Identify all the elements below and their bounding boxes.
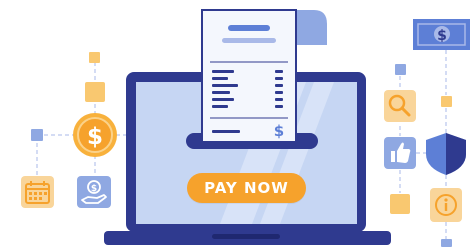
- magnifier-icon: [384, 90, 416, 122]
- hand-money-icon: $: [77, 176, 111, 208]
- decor-square: [85, 82, 105, 102]
- illustration-canvas: $ $ $ $: [21, 9, 470, 247]
- decor-square: [441, 239, 452, 247]
- decor-square: [31, 129, 43, 141]
- decor-square: [395, 64, 406, 75]
- decor-square: [89, 52, 100, 63]
- banknote-icon: $: [413, 19, 470, 50]
- banknote-symbol: $: [437, 28, 447, 44]
- coin-dollar-icon: $: [73, 113, 117, 157]
- info-icon: [430, 188, 462, 222]
- decor-square: [390, 194, 410, 214]
- decor-square: [441, 96, 452, 107]
- calendar-icon: [21, 176, 54, 208]
- receipt-total-symbol: $: [274, 122, 284, 140]
- thumbs-up-icon: [384, 137, 416, 169]
- shield-icon: [426, 133, 466, 175]
- coin-dollar-glyph: $: [87, 124, 103, 150]
- pay-now-button[interactable]: PAY NOW: [187, 173, 306, 203]
- svg-text:$: $: [91, 184, 97, 194]
